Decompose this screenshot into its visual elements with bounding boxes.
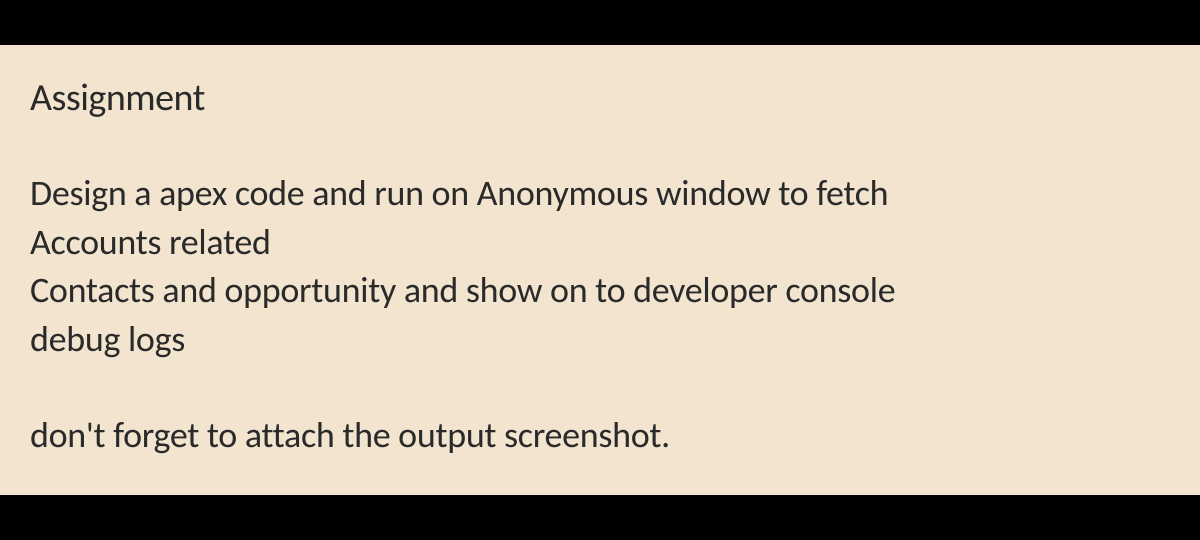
assignment-body-paragraph-2: don't forget to attach the output screen…: [30, 411, 1170, 460]
body-line-2: Accounts related: [30, 220, 271, 264]
body-line-4: debug logs: [30, 317, 185, 361]
body-line-3: Contacts and opportunity and show on to …: [30, 268, 895, 312]
assignment-title: Assignment: [30, 75, 1170, 121]
assignment-body-paragraph-1: Design a apex code and run on Anonymous …: [30, 169, 1170, 363]
body-line-1: Design a apex code and run on Anonymous …: [30, 171, 888, 215]
document-content: Assignment Design a apex code and run on…: [0, 45, 1200, 495]
